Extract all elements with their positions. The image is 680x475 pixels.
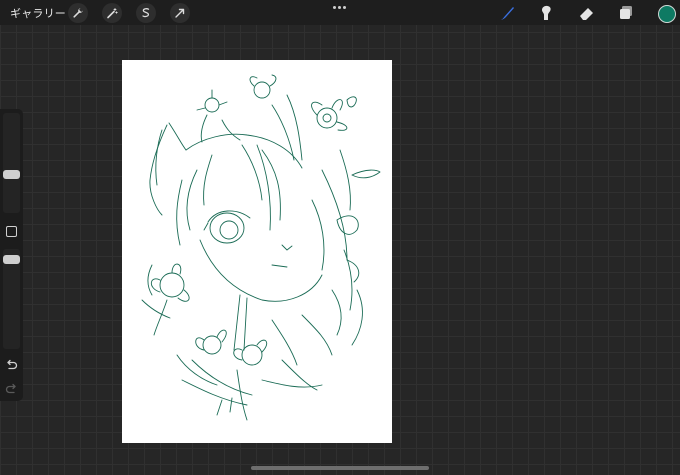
eraser-tool-button[interactable] [578,4,596,22]
adjustments-button[interactable] [102,3,122,23]
transform-arrow-icon [175,8,185,18]
opacity-slider[interactable] [3,249,20,349]
gallery-button[interactable]: ギャラリー [10,5,66,21]
home-indicator [251,466,429,470]
actions-button[interactable] [68,3,88,23]
magic-wand-icon [107,8,118,19]
top-toolbar: ギャラリー [0,0,680,25]
smudge-tool-button[interactable] [538,4,556,22]
undo-icon[interactable] [5,358,18,371]
transform-button[interactable] [170,3,190,23]
brush-tool-button[interactable] [498,4,516,22]
wrench-icon [73,8,83,18]
layers-icon [620,6,632,19]
sketch-drawing [141,74,381,421]
brush-size-thumb[interactable] [3,170,20,179]
left-sidebar [0,109,23,401]
opacity-thumb[interactable] [3,255,20,264]
drawing-canvas[interactable] [122,60,392,443]
modify-button[interactable] [6,226,17,237]
smudge-icon [542,5,551,20]
brush-size-slider[interactable] [3,113,20,213]
selection-icon [142,8,150,18]
redo-icon[interactable] [5,382,18,395]
brush-icon [501,7,514,20]
more-options-icon[interactable] [333,6,347,10]
eraser-icon [580,8,593,20]
layers-button[interactable] [617,4,635,22]
color-picker-button[interactable] [658,5,676,23]
selection-button[interactable] [136,3,156,23]
